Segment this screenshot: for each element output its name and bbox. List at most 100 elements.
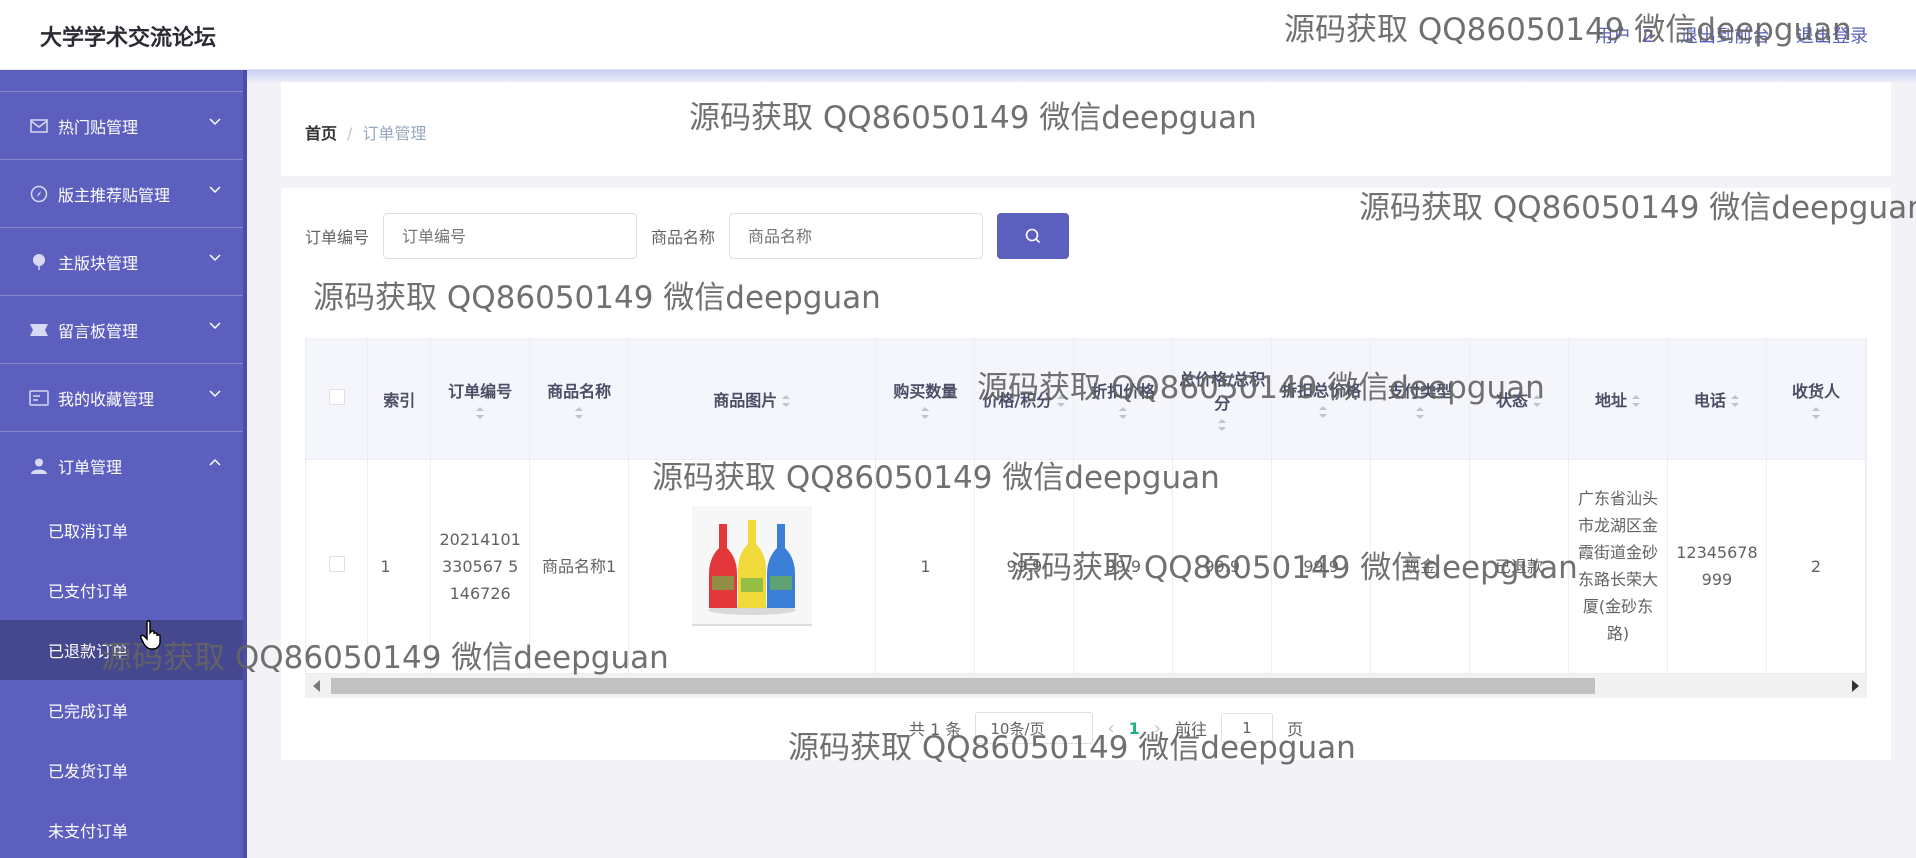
sidebar-item-orders[interactable]: 订单管理 [0, 432, 247, 500]
next-page-button[interactable]: › [1154, 718, 1161, 739]
sidebar-item-label: 订单管理 [58, 458, 123, 477]
chevron-down-icon [209, 322, 221, 330]
sidebar-sub-completed[interactable]: 已完成订单 [0, 680, 247, 740]
sort-icon[interactable] [920, 406, 930, 420]
row-checkbox[interactable] [328, 555, 345, 572]
sidebar-item-label: 热门贴管理 [58, 117, 139, 137]
sidebar-sub-refunded[interactable]: 已退款订单 [0, 620, 247, 680]
column-header[interactable]: 购买数量 [875, 339, 976, 460]
sort-icon[interactable] [574, 406, 584, 420]
pagination-total: 共 1 条 [909, 720, 962, 739]
breadcrumb: 首页 / 订单管理 [305, 120, 426, 144]
sort-icon[interactable] [1118, 406, 1128, 420]
sort-icon[interactable] [1631, 394, 1641, 408]
sort-icon[interactable] [1217, 418, 1227, 432]
table-header-row: 索引 订单编号 商品名称 商品图片 购买数量 价格/积分 折扣价格 总价格/总积… [306, 339, 1866, 460]
column-header-label: 索引 [383, 390, 416, 410]
search-button[interactable] [997, 213, 1070, 259]
column-header-label: 电话 [1693, 390, 1726, 410]
sidebar-item-main-boards[interactable]: 主版块管理 [0, 228, 247, 296]
order-no-input[interactable] [383, 213, 638, 259]
chevron-up-icon [209, 458, 221, 466]
user-label: 用户 [1595, 26, 1632, 47]
exit-to-front-link[interactable]: 退出到前台 [1680, 22, 1770, 48]
column-header[interactable]: 价格/积分 [974, 339, 1075, 460]
compass-icon [28, 183, 50, 205]
logout-link[interactable]: 退出登录 [1796, 22, 1868, 48]
scroll-left-icon[interactable] [313, 680, 320, 692]
column-header-label: 状态 [1496, 390, 1529, 410]
sidebar-item-label: 我的收藏管理 [58, 389, 155, 409]
cell-status: 已退款 [1469, 459, 1570, 673]
cell-index: 1 [367, 459, 432, 673]
sidebar-sub-shipped[interactable]: 已发货订单 [0, 740, 247, 800]
table-horizontal-scrollbar[interactable] [305, 674, 1867, 698]
cell-discount-total: 99.9 [1271, 459, 1372, 673]
breadcrumb-card: 首页 / 订单管理 [281, 82, 1891, 176]
column-header[interactable]: 支付类型 [1370, 339, 1471, 460]
sort-icon[interactable] [1730, 394, 1740, 408]
scrollbar-thumb[interactable] [331, 678, 1595, 694]
search-icon [1025, 228, 1041, 244]
column-header[interactable]: 地址 [1568, 339, 1668, 460]
column-header-label: 折扣总价格 [1281, 381, 1362, 401]
column-header[interactable]: 商品名称 [529, 339, 630, 460]
sort-icon[interactable] [1811, 406, 1821, 420]
select-all-checkbox[interactable] [328, 388, 345, 405]
page-size-select[interactable]: 10条/页 [975, 712, 1094, 744]
goto-page-input[interactable]: 1 [1220, 713, 1273, 743]
sidebar-item-moderator-picks[interactable]: 版主推荐贴管理 [0, 160, 247, 228]
sidebar-item-message-board[interactable]: 留言板管理 [0, 296, 247, 364]
table-row[interactable]: 1 20214101330567 5146726 商品名称1 1 99.9 99… [306, 459, 1866, 673]
page-unit-label: 页 [1286, 720, 1303, 739]
cell-product-name: 商品名称1 [529, 459, 630, 673]
column-header-label: 购买数量 [893, 381, 958, 401]
column-header[interactable]: 电话 [1667, 339, 1767, 460]
cell-quantity: 1 [875, 459, 976, 673]
column-header[interactable]: 状态 [1469, 339, 1570, 460]
orders-card: 订单编号 商品名称 索引 订单编号 商品名称 商品图片 [281, 188, 1891, 760]
column-header[interactable]: 商品图片 [628, 339, 877, 460]
sidebar-item-hot-posts[interactable]: 热门贴管理 [0, 92, 247, 160]
product-name-input[interactable] [729, 213, 984, 259]
app-title: 大学学术交流论坛 [40, 26, 217, 51]
breadcrumb-home[interactable]: 首页 [305, 124, 337, 143]
column-header[interactable]: 折扣总价格 [1271, 339, 1372, 460]
bottles-image [708, 520, 797, 615]
sort-icon[interactable] [1532, 394, 1542, 408]
sort-icon[interactable] [1056, 394, 1066, 408]
sidebar-sub-unpaid[interactable]: 未支付订单 [0, 800, 247, 858]
sidebar-item-favorites[interactable]: 我的收藏管理 [0, 364, 247, 432]
cell-pay-type: 现金 [1370, 459, 1471, 673]
sidebar-item-label: 留言板管理 [58, 321, 139, 341]
current-user: 用户 2 [1595, 22, 1654, 48]
chevron-down-icon [209, 118, 221, 126]
page-number-current[interactable]: 1 [1129, 719, 1140, 738]
sidebar-sub-cancelled[interactable]: 已取消订单 [0, 500, 247, 560]
column-header[interactable]: 总价格/总积分 [1172, 339, 1273, 460]
scroll-right-icon[interactable] [1852, 680, 1859, 692]
cell-address: 广东省汕头市龙湖区金霞街道金砂东路长荣大厦(金砂东路) [1568, 459, 1668, 673]
column-header-label: 商品图片 [713, 390, 778, 410]
column-header[interactable]: 订单编号 [430, 339, 531, 460]
prev-page-button[interactable]: ‹ [1107, 718, 1114, 739]
row-select-cell [306, 459, 369, 673]
column-header[interactable]: 收货人 [1766, 339, 1866, 460]
sort-icon[interactable] [781, 394, 791, 408]
cell-price: 99.9 [974, 459, 1075, 673]
pagination: 共 1 条 10条/页 ‹ 1 › 前往 1 页 [281, 712, 1891, 744]
sidebar-sub-paid[interactable]: 已支付订单 [0, 560, 247, 620]
sidebar-scrollbar[interactable] [243, 70, 247, 858]
sidebar-top-divider [0, 70, 247, 92]
sort-icon[interactable] [1415, 406, 1425, 420]
breadcrumb-separator: / [347, 124, 353, 143]
orders-table: 索引 订单编号 商品名称 商品图片 购买数量 价格/积分 折扣价格 总价格/总积… [305, 338, 1867, 674]
cell-receiver: 2 [1766, 459, 1866, 673]
cell-total: 99.9 [1172, 459, 1273, 673]
column-header[interactable]: 折扣价格 [1073, 339, 1174, 460]
select-all-cell [306, 339, 369, 460]
top-links: 用户 2 退出到前台 退出登录 [1595, 22, 1868, 48]
sort-icon[interactable] [475, 406, 485, 420]
column-header-label: 折扣价格 [1091, 381, 1156, 401]
sort-icon[interactable] [1318, 405, 1328, 419]
